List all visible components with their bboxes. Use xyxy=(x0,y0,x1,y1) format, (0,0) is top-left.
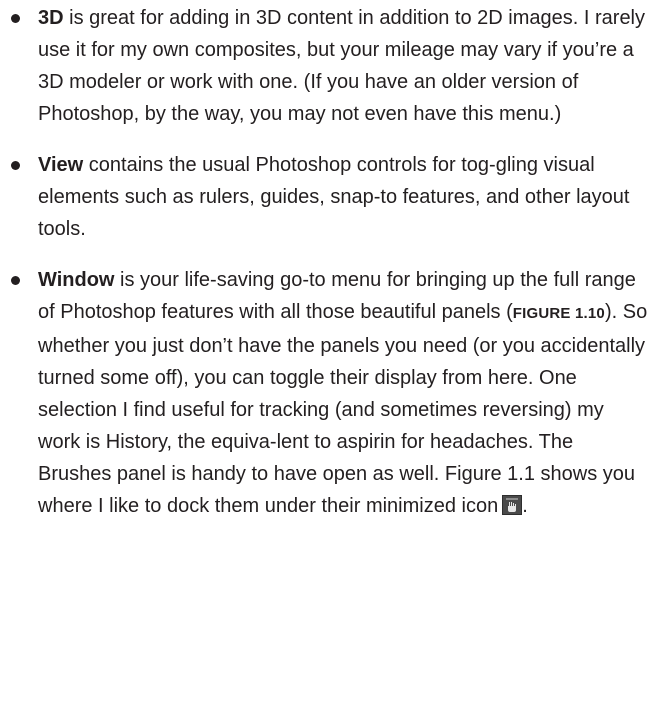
term-3d: 3D xyxy=(38,7,64,29)
bullet-icon xyxy=(11,14,20,23)
brush-panel-icon xyxy=(502,495,523,515)
item-text: is great for adding in 3D content in add… xyxy=(38,7,646,125)
bullet-icon xyxy=(11,276,20,285)
item-text-end: . xyxy=(522,495,528,517)
list-item-window: Window is your life-saving go-to menu fo… xyxy=(0,264,652,522)
term-view: View xyxy=(38,154,84,176)
item-text: contains the usual Photoshop controls fo… xyxy=(38,154,630,240)
item-text-after: ). So whether you just don’t have the pa… xyxy=(38,301,648,517)
menu-description-list: 3D is great for adding in 3D content in … xyxy=(0,2,652,541)
list-item-view: View contains the usual Photoshop contro… xyxy=(0,149,652,245)
figure-reference: FIGURE 1.10 xyxy=(512,305,605,322)
term-window: Window xyxy=(38,269,115,291)
document-page: 3D is great for adding in 3D content in … xyxy=(0,0,652,713)
bullet-icon xyxy=(11,161,20,170)
list-item-3d: 3D is great for adding in 3D content in … xyxy=(0,2,652,130)
